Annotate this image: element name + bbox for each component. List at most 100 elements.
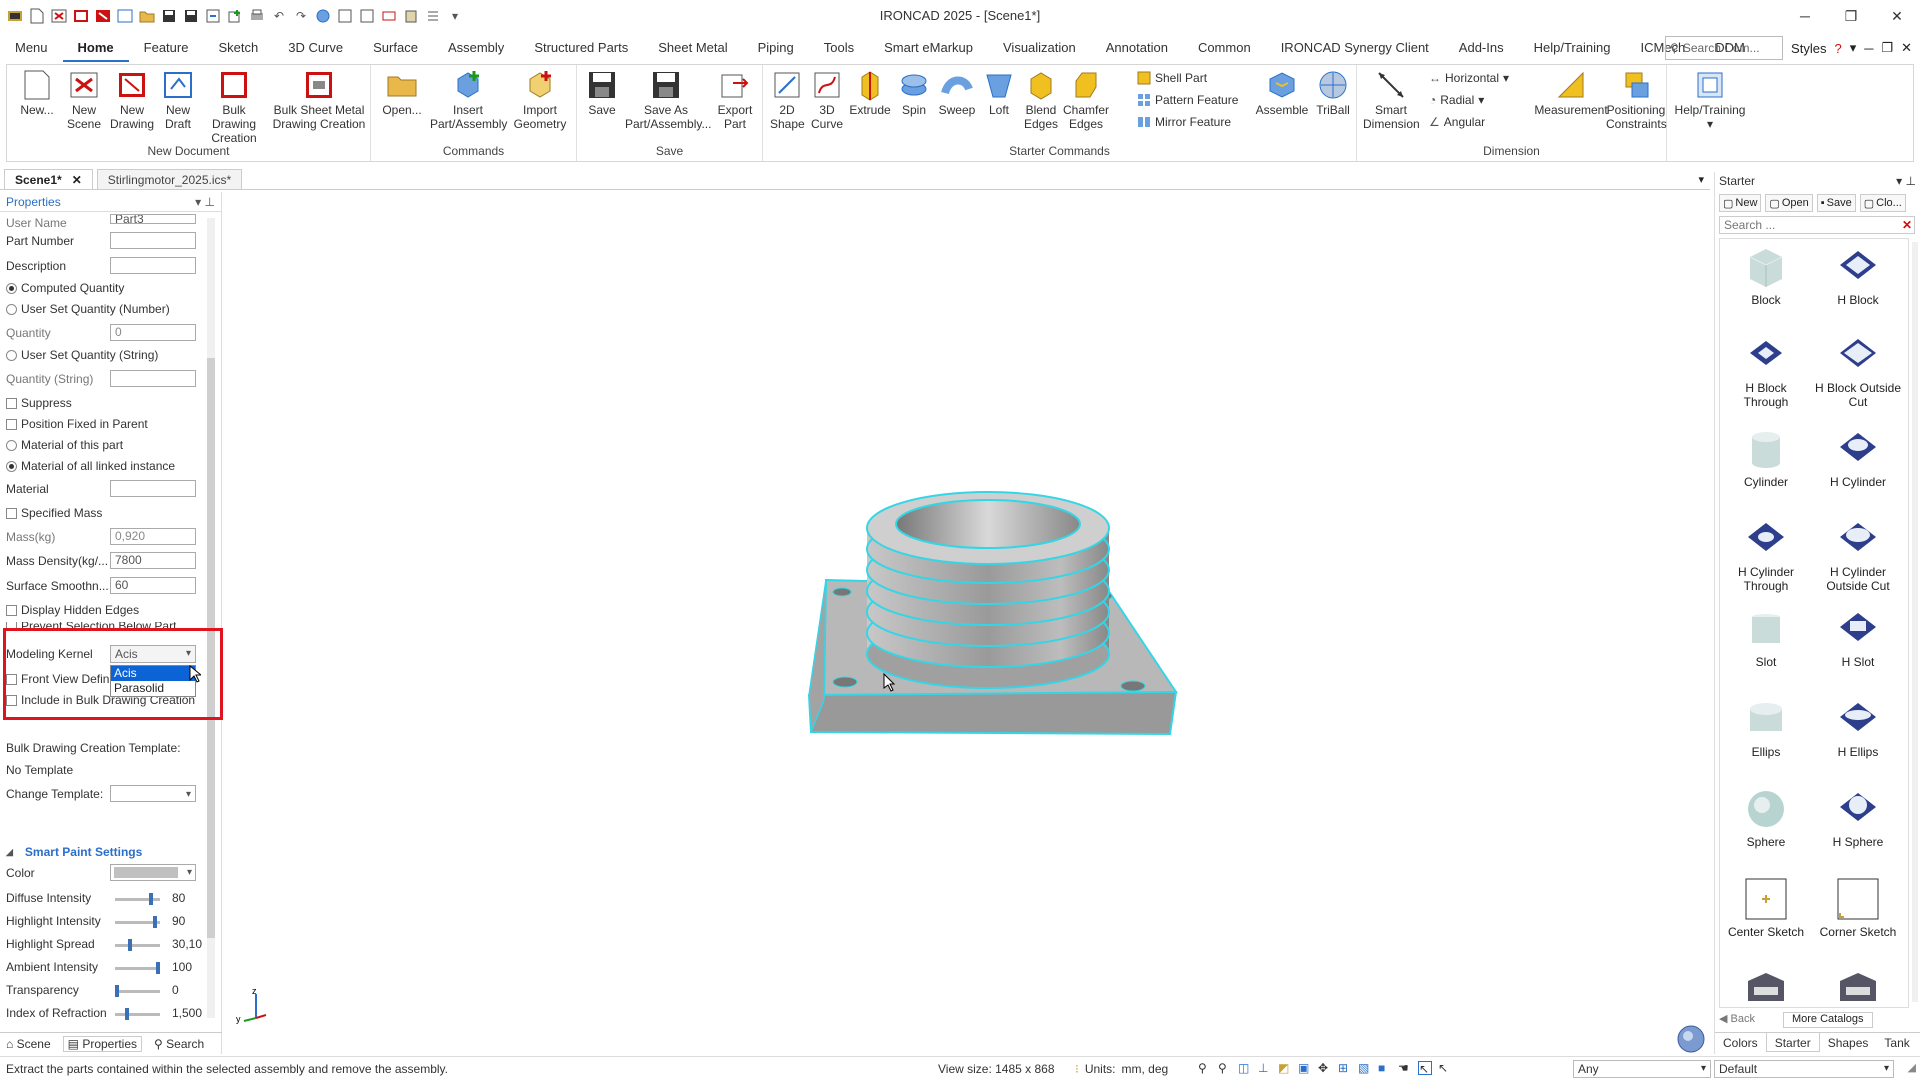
tab-assembly[interactable]: Assembly xyxy=(433,34,519,62)
doc-tab-stirlingmotor[interactable]: Stirlingmotor_2025.ics* xyxy=(96,169,243,189)
tab-3d-curve[interactable]: 3D Curve xyxy=(273,34,358,62)
slider-knob[interactable] xyxy=(128,939,132,951)
computed-quantity-radio[interactable]: Computed Quantity xyxy=(6,281,124,295)
orbit-icon[interactable]: ⊥ xyxy=(1258,1061,1272,1075)
tab-scene[interactable]: ⌂ Scene xyxy=(6,1037,51,1051)
import-geometry-button[interactable]: Import Geometry xyxy=(507,69,573,131)
quantity-string-field[interactable] xyxy=(110,370,196,387)
position-fixed-checkbox[interactable]: Position Fixed in Parent xyxy=(6,417,148,431)
loft-button[interactable]: Loft xyxy=(979,69,1019,117)
new-scene-icon[interactable] xyxy=(50,7,68,25)
open-folder-icon[interactable] xyxy=(138,7,156,25)
tab-feature[interactable]: Feature xyxy=(129,34,204,62)
catalog-item-h-cylinder[interactable]: H Cylinder xyxy=(1814,427,1902,489)
blend-edges-button[interactable]: Blend Edges xyxy=(1019,69,1063,131)
slider-knob[interactable] xyxy=(125,1008,129,1020)
help-icon[interactable]: ? xyxy=(1834,41,1841,56)
base-plate-front[interactable] xyxy=(807,690,1178,736)
tab-search[interactable]: ⚲ Search xyxy=(154,1037,204,1051)
new-scene-button[interactable]: New Scene xyxy=(59,69,109,131)
hand-icon[interactable]: ☚ xyxy=(1398,1061,1412,1075)
horizontal-dim-button[interactable]: ↔ Horizontal ▾ xyxy=(1429,71,1509,85)
pattern-feature-button[interactable]: Pattern Feature xyxy=(1137,93,1238,107)
chevron-down-icon[interactable]: ▾ xyxy=(1850,40,1857,56)
pointer-select-icon[interactable]: ↖ xyxy=(1418,1061,1432,1076)
catalog-scrollbar[interactable] xyxy=(1912,242,1918,1002)
user-set-quantity-string-radio[interactable]: User Set Quantity (String) xyxy=(6,348,158,362)
quantity-field[interactable]: 0 xyxy=(110,324,196,341)
bulk-sheet-metal-drawing-button[interactable]: Bulk Sheet Metal Drawing Creation xyxy=(269,69,369,131)
smart-paint-header[interactable]: ◢ Smart Paint Settings xyxy=(6,845,142,859)
mass-field[interactable]: 0,920 xyxy=(110,528,196,545)
list-icon[interactable] xyxy=(424,7,442,25)
mount-hole[interactable] xyxy=(832,676,858,688)
look-at-icon[interactable]: ◩ xyxy=(1278,1061,1292,1075)
units-display[interactable]: ⁝ Units: mm, deg xyxy=(1075,1062,1168,1076)
navigation-orb-icon[interactable] xyxy=(1676,1024,1706,1054)
tab-help-training[interactable]: Help/Training xyxy=(1519,34,1626,62)
catalog-item-sphere[interactable]: Sphere xyxy=(1722,787,1810,849)
tab-colors[interactable]: Colors xyxy=(1715,1033,1766,1052)
save-as-part-assembly-button[interactable]: Save As Part/Assembly... xyxy=(623,69,711,131)
catalog-item-h-block-outside-cut[interactable]: H Block Outside Cut xyxy=(1814,333,1902,409)
material-this-part-radio[interactable]: Material of this part xyxy=(6,438,123,452)
clipboard-icon[interactable] xyxy=(402,7,420,25)
tab-add-ins[interactable]: Add-Ins xyxy=(1444,34,1519,62)
catalog-item-h-block-through[interactable]: H Block Through xyxy=(1722,333,1810,409)
suppress-checkbox[interactable]: Suppress xyxy=(6,396,72,410)
undo-icon[interactable]: ↶ xyxy=(270,7,288,25)
pin-icon[interactable]: ⊥ xyxy=(1906,174,1916,188)
catalog-search-input[interactable]: Search ... ✕ xyxy=(1719,216,1915,234)
resize-grip-icon[interactable]: ◢ xyxy=(1908,1061,1916,1074)
render-mode-icon[interactable]: ▣ xyxy=(1298,1061,1312,1075)
page-setup-icon[interactable] xyxy=(358,7,376,25)
part-number-field[interactable] xyxy=(110,232,196,249)
tab-tank[interactable]: Tank xyxy=(1876,1033,1917,1052)
triball-button[interactable]: TriBall xyxy=(1311,69,1355,117)
catalog-close-button[interactable]: ▢ Clo... xyxy=(1859,194,1906,212)
3d-viewport[interactable]: z y xyxy=(226,192,1710,1054)
new-file-icon[interactable] xyxy=(28,7,46,25)
angular-dim-button[interactable]: ∠ Angular xyxy=(1429,115,1485,129)
catalog-item-h-cylinder-outside-cut[interactable]: H Cylinder Outside Cut xyxy=(1814,517,1902,593)
assemble-button[interactable]: Assemble xyxy=(1253,69,1311,117)
new-button[interactable]: New... xyxy=(13,69,61,117)
change-template-select[interactable]: ▾ xyxy=(110,785,196,802)
tab-common[interactable]: Common xyxy=(1183,34,1266,62)
pin-icon[interactable]: ⊥ xyxy=(205,195,215,209)
part-model[interactable] xyxy=(226,192,1710,1054)
smart-dimension-button[interactable]: Smart Dimension xyxy=(1361,69,1421,131)
spin-button[interactable]: Spin xyxy=(893,69,935,117)
tab-synergy-client[interactable]: IRONCAD Synergy Client xyxy=(1266,34,1444,62)
highlight-intensity-slider[interactable] xyxy=(115,916,160,928)
customize-dropdown-icon[interactable]: ▾ xyxy=(446,7,464,25)
catalog-item-slot[interactable]: Slot xyxy=(1722,607,1810,669)
new-drawing-button[interactable]: New Drawing xyxy=(107,69,157,131)
slider-knob[interactable] xyxy=(156,962,160,974)
export-part-button[interactable]: Export Part xyxy=(711,69,759,131)
tab-smart-emarkup[interactable]: Smart eMarkup xyxy=(869,34,988,62)
new-draft-button[interactable]: New Draft xyxy=(153,69,203,131)
open-button[interactable]: Open... xyxy=(379,69,425,117)
clear-search-icon[interactable]: ✕ xyxy=(1902,218,1912,232)
catalog-item-center-sketch[interactable]: Center Sketch xyxy=(1722,877,1810,939)
3d-curve-button[interactable]: 3D Curve xyxy=(807,69,847,131)
styles-menu[interactable]: Styles xyxy=(1791,41,1826,56)
close-icon[interactable]: ✕ xyxy=(72,173,82,187)
style-select[interactable]: Default ▾ xyxy=(1714,1060,1894,1078)
slider-knob[interactable] xyxy=(149,893,153,905)
slider-knob[interactable] xyxy=(115,985,119,997)
mount-hole[interactable] xyxy=(1120,680,1146,692)
surface-smoothness-field[interactable]: 60 xyxy=(110,577,196,594)
globe-icon[interactable] xyxy=(314,7,332,25)
new-draft-icon[interactable] xyxy=(94,7,112,25)
catalog-item-h-ellips[interactable]: H Ellips xyxy=(1814,697,1902,759)
tab-visualization[interactable]: Visualization xyxy=(988,34,1091,62)
tab-shapes[interactable]: Shapes xyxy=(1820,1033,1877,1052)
specified-mass-checkbox[interactable]: Specified Mass xyxy=(6,506,102,520)
view-cube-icon[interactable]: ◫ xyxy=(1238,1061,1252,1075)
display-hidden-edges-checkbox[interactable]: Display Hidden Edges xyxy=(6,603,139,617)
catalog-save-button[interactable]: ▪ Save xyxy=(1816,194,1856,212)
pointer-icon[interactable]: ↖ xyxy=(1438,1061,1452,1075)
catalog-item-partial[interactable] xyxy=(1722,967,1810,1007)
